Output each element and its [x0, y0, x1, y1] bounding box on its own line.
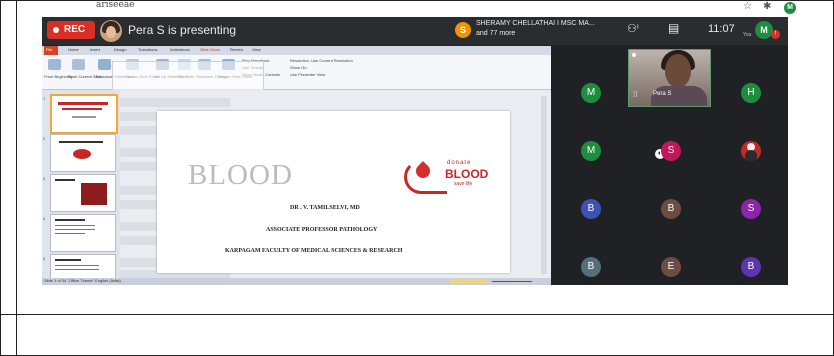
participants-summary[interactable]: SHERAMY CHELLATHAI I MSC MA... and 77 mo…	[476, 19, 595, 39]
slide-thumbnail[interactable]	[50, 214, 116, 252]
meeting-clock: 11:07	[708, 23, 735, 35]
tab-file[interactable]: File	[46, 47, 52, 52]
participant-avatar[interactable]: B	[581, 257, 601, 277]
participant-avatar[interactable]: M	[581, 83, 601, 103]
tab-review[interactable]: Review	[230, 47, 243, 52]
mic-active-icon: ⁞⁝	[633, 90, 638, 99]
logo-text: save life	[454, 181, 473, 187]
shared-screen-powerpoint: File Home Insert Design Transitions Anim…	[42, 46, 551, 285]
slide-role: ASSOCIATE PROFESSOR PATHOLOGY	[266, 227, 378, 233]
participants-summary-line1: SHERAMY CHELLATHAI I MSC MA...	[476, 20, 595, 27]
table-column-divider	[16, 0, 17, 356]
tab-transitions[interactable]: Transitions	[138, 47, 157, 52]
slide-number: 1	[43, 96, 46, 101]
slide-thumbnail[interactable]	[50, 134, 116, 172]
table-row-divider	[0, 314, 834, 315]
participant-avatar[interactable]: H	[741, 83, 761, 103]
you-label: You	[743, 32, 752, 38]
slide-thumbnails-pane: 1 2 3 4 5	[42, 90, 120, 285]
participant-avatar[interactable]: S	[661, 141, 681, 161]
cropped-header-text: ariseeae	[96, 0, 135, 10]
view-buttons[interactable]	[450, 279, 488, 283]
ribbon-tab-bar: File Home Insert Design Transitions Anim…	[42, 46, 551, 55]
participant-grid: M ⁞⁝ Pera S H M ◐ S B B S B E B	[551, 45, 788, 285]
participant-avatar[interactable]: E	[661, 257, 681, 277]
slide-number: 2	[43, 136, 46, 141]
people-icon[interactable]: ⚇ⁱ	[627, 22, 639, 35]
tab-slide-show[interactable]: Slide Show	[200, 47, 220, 52]
logo-text: donate	[447, 160, 472, 166]
google-meet-window: REC Pera S is presenting S SHERAMY CHELL…	[42, 17, 788, 285]
puzzle-icon[interactable]: ✱	[763, 1, 771, 12]
vertical-scrollbar[interactable]	[541, 96, 547, 274]
slide-number: 4	[43, 216, 46, 221]
video-options-icon	[632, 53, 636, 57]
slide-title-blood: BLOOD	[188, 159, 293, 191]
participants-summary-line2: and 77 more	[476, 30, 516, 37]
presenter-avatar	[100, 20, 122, 42]
participant-name: Pera S	[653, 91, 672, 97]
from-current-button[interactable]	[72, 59, 85, 70]
rec-label: REC	[64, 24, 86, 35]
ppt-status-bar: Slide 1 of 34 "Office Theme" English (In…	[42, 278, 551, 285]
from-beginning-button[interactable]	[48, 59, 61, 70]
tab-animations[interactable]: Animations	[170, 47, 190, 52]
participant-avatar[interactable]: B	[661, 199, 681, 219]
tab-insert[interactable]: Insert	[90, 47, 100, 52]
participant-avatar[interactable]: S	[741, 199, 761, 219]
broadcast-button[interactable]	[98, 59, 111, 70]
recording-badge[interactable]: REC	[47, 21, 95, 39]
tab-view[interactable]: View	[252, 47, 261, 52]
zoom-slider[interactable]	[492, 281, 532, 282]
slide-thumbnail[interactable]	[50, 174, 116, 212]
donate-blood-logo: donate BLOOD save life	[402, 156, 492, 194]
participant-avatar[interactable]: M	[581, 141, 601, 161]
tab-design[interactable]: Design	[114, 47, 126, 52]
slide-author: DR . V. TAMILSELVI, MD	[290, 205, 360, 211]
slide-number: 3	[43, 176, 46, 181]
star-icon[interactable]: ☆	[743, 1, 752, 12]
chat-icon[interactable]: ▤	[668, 21, 679, 35]
participant-avatar-mini: S	[455, 22, 471, 38]
self-alert-badge: !	[771, 30, 780, 39]
show-on-option[interactable]: Show On:	[290, 65, 308, 70]
participant-avatar[interactable]: B	[741, 257, 761, 277]
participant-photo-avatar[interactable]	[741, 141, 761, 161]
meet-top-bar: REC Pera S is presenting S SHERAMY CHELL…	[42, 17, 788, 45]
presenting-title: Pera S is presenting	[128, 23, 237, 37]
record-dot-icon	[53, 27, 59, 33]
slide-number: 5	[43, 256, 46, 261]
status-text: Slide 1 of 34 "Office Theme" English (In…	[44, 278, 121, 283]
presenter-view-option[interactable]: Use Presenter View	[290, 72, 325, 77]
slide-thumbnail[interactable]	[50, 94, 118, 134]
account-avatar-icon[interactable]: M	[784, 2, 796, 14]
resolution-option[interactable]: Resolution: Use Current Resolution	[290, 58, 353, 63]
slide-institution: KARPAGAM FACULTY OF MEDICAL SCIENCES & R…	[225, 248, 403, 254]
participant-video-tile[interactable]: ⁞⁝ Pera S	[628, 49, 711, 107]
logo-text: BLOOD	[445, 167, 489, 181]
tab-home[interactable]: Home	[68, 47, 79, 52]
participant-avatar[interactable]: B	[581, 199, 601, 219]
self-avatar[interactable]: M	[755, 21, 773, 39]
browser-toolbar-icons: ☆ ✱ M	[740, 0, 800, 16]
